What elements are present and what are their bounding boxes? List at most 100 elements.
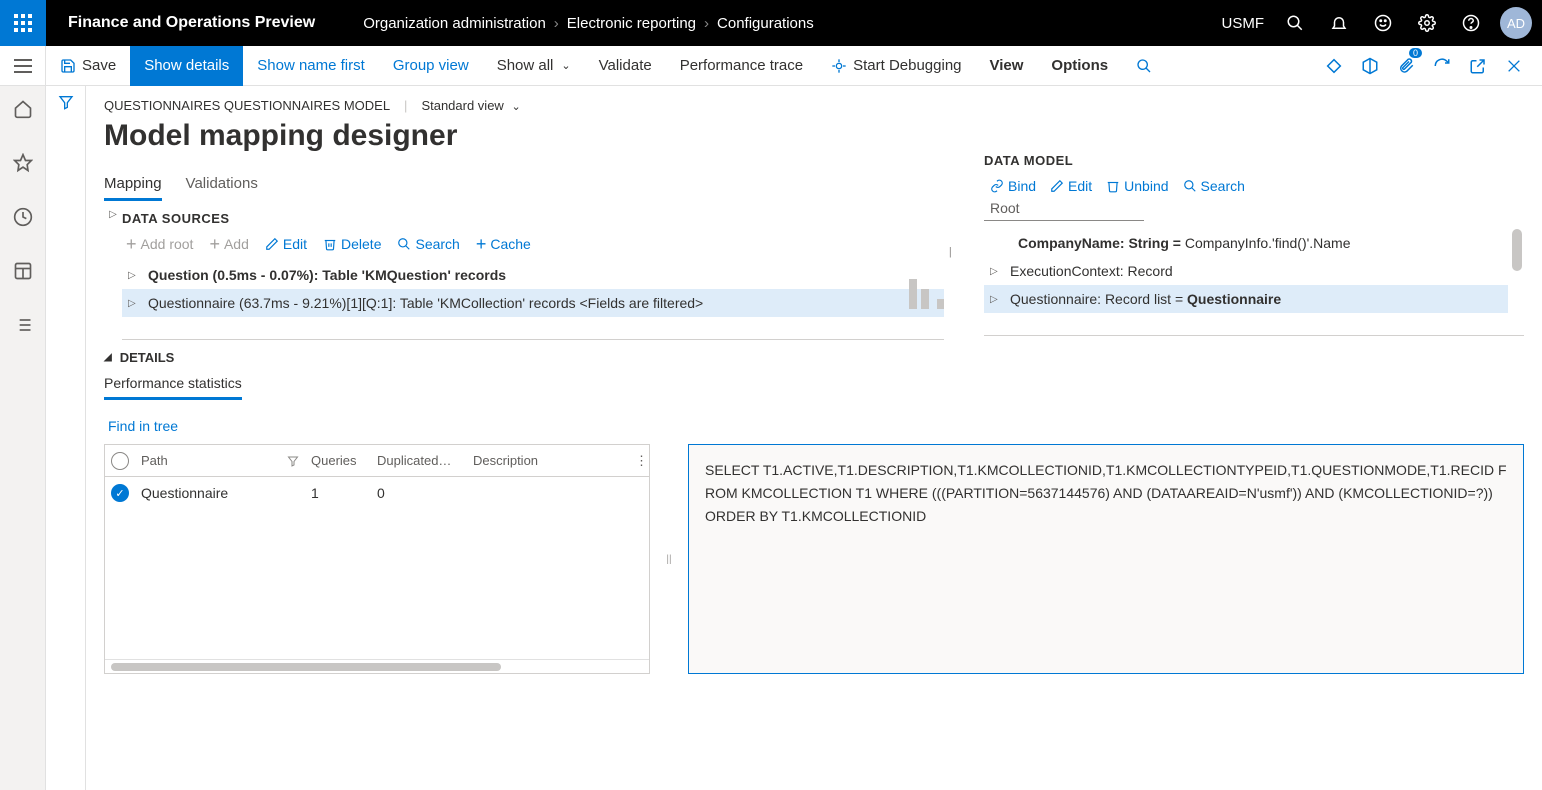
- help-icon[interactable]: [1452, 0, 1490, 46]
- edit-button[interactable]: Edit: [265, 236, 307, 252]
- performance-grid: Path Queries Duplicated… Description ⋮ ✓…: [104, 444, 650, 674]
- app-title: Finance and Operations Preview: [46, 14, 337, 32]
- add-button[interactable]: +Add: [209, 236, 248, 252]
- chevron-down-icon: ⌄: [511, 101, 520, 113]
- col-queries[interactable]: Queries: [305, 453, 371, 468]
- grid-row[interactable]: ✓ Questionnaire 1 0: [105, 477, 649, 509]
- avatar[interactable]: AD: [1500, 7, 1532, 39]
- tree-row[interactable]: ▷ Question (0.5ms - 0.07%): Table 'KMQue…: [122, 261, 944, 289]
- col-path[interactable]: Path: [135, 453, 305, 468]
- delete-button[interactable]: Delete: [323, 236, 381, 252]
- chevron-down-icon: ⌄: [561, 59, 570, 72]
- start-debugging-button[interactable]: Start Debugging: [817, 46, 975, 86]
- more-icon[interactable]: ⋮: [629, 453, 649, 469]
- filter-column: [46, 86, 86, 790]
- details-heading[interactable]: ◢ DETAILS: [104, 350, 1524, 365]
- tree-row[interactable]: ▷ Questionnaire (63.7ms - 9.21%)[1][Q:1]…: [122, 289, 944, 317]
- gear-icon[interactable]: [1408, 0, 1446, 46]
- show-details-button[interactable]: Show details: [130, 46, 243, 86]
- app-launcher-button[interactable]: [0, 0, 46, 46]
- details-subtabs: Performance statistics: [104, 375, 1524, 400]
- save-button[interactable]: Save: [46, 46, 130, 86]
- tree-label: Question (0.5ms - 0.07%): Table 'KMQuest…: [148, 267, 506, 283]
- collapse-toggle-icon[interactable]: ◢: [104, 352, 112, 363]
- chevron-right-icon: ›: [554, 15, 559, 32]
- clock-icon[interactable]: [0, 200, 46, 234]
- edit-button[interactable]: Edit: [1050, 178, 1092, 194]
- col-duplicated[interactable]: Duplicated…: [371, 453, 467, 468]
- company-picker[interactable]: USMF: [1216, 15, 1271, 32]
- breadcrumb-item[interactable]: Electronic reporting: [567, 15, 696, 32]
- expand-togg -icon[interactable]: ▷: [990, 266, 1002, 277]
- col-description[interactable]: Description: [467, 453, 629, 468]
- tab-performance-statistics[interactable]: Performance statistics: [104, 375, 242, 400]
- smiley-icon[interactable]: [1364, 0, 1402, 46]
- home-icon[interactable]: [0, 92, 46, 126]
- top-right-tools: USMF AD: [1216, 0, 1542, 46]
- nav-toggle-button[interactable]: [0, 46, 46, 86]
- validate-button[interactable]: Validate: [585, 46, 666, 86]
- context-bar: QUESTIONNAIRES QUESTIONNAIRES MODEL | St…: [104, 98, 1524, 113]
- tab-mapping[interactable]: Mapping: [104, 175, 162, 201]
- show-name-first-button[interactable]: Show name first: [243, 46, 379, 86]
- row-checkbox[interactable]: ✓: [105, 484, 135, 502]
- tree-label: Questionnaire: Record list = Questionnai…: [1010, 291, 1281, 307]
- search-button[interactable]: Search: [397, 236, 459, 252]
- bell-icon[interactable]: [1320, 0, 1358, 46]
- splitter-handle[interactable]: ||: [664, 444, 674, 674]
- expand-toggle-icon[interactable]: ▷: [990, 294, 1002, 305]
- show-all-dropdown[interactable]: Show all ⌄: [483, 46, 585, 86]
- scrollbar-thumb[interactable]: [111, 663, 501, 671]
- star-icon[interactable]: [0, 146, 46, 180]
- data-sources-tree: ▷ Question (0.5ms - 0.07%): Table 'KMQue…: [122, 260, 944, 317]
- breadcrumb-item[interactable]: Organization administration: [363, 15, 546, 32]
- tree-row[interactable]: ▷ ExecutionContext: Record: [984, 257, 1508, 285]
- attachments-icon[interactable]: 0: [1388, 46, 1424, 86]
- find-in-tree-link[interactable]: Find in tree: [108, 418, 178, 434]
- tree-row[interactable]: ▷ Questionnaire: Record list = Questionn…: [984, 285, 1508, 313]
- modules-icon[interactable]: [0, 308, 46, 342]
- expand-toggle-icon[interactable]: ▷: [128, 270, 140, 281]
- root-label[interactable]: Root: [984, 200, 1144, 221]
- diamond-icon[interactable]: [1316, 46, 1352, 86]
- view-menu[interactable]: View: [976, 46, 1038, 86]
- tree-label: CompanyName: String = CompanyInfo.'find(…: [1018, 235, 1351, 251]
- actionbar-search-button[interactable]: [1122, 46, 1166, 86]
- tree-row[interactable]: CompanyName: String = CompanyInfo.'find(…: [984, 229, 1508, 257]
- box-icon[interactable]: [1352, 46, 1388, 86]
- save-label: Save: [82, 57, 116, 74]
- tree-label: ExecutionContext: Record: [1010, 263, 1173, 279]
- expand-toggle-icon[interactable]: ▷: [104, 201, 122, 350]
- breadcrumb-item[interactable]: Configurations: [717, 15, 814, 32]
- tab-validations[interactable]: Validations: [186, 175, 258, 201]
- data-sources-heading: DATA SOURCES: [122, 201, 944, 232]
- spark-bars: [909, 273, 944, 309]
- performance-trace-button[interactable]: Performance trace: [666, 46, 817, 86]
- group-view-button[interactable]: Group view: [379, 46, 483, 86]
- splitter-handle[interactable]: ||: [944, 153, 954, 350]
- unbind-button[interactable]: Unbind: [1106, 178, 1168, 194]
- select-all-checkbox[interactable]: [105, 452, 135, 470]
- shell: QUESTIONNAIRES QUESTIONNAIRES MODEL | St…: [0, 86, 1542, 790]
- filter-icon[interactable]: [287, 455, 299, 467]
- cache-button[interactable]: +Cache: [476, 236, 531, 252]
- expand-toggle-icon[interactable]: ▷: [128, 298, 140, 309]
- search-button[interactable]: Search: [1183, 178, 1245, 194]
- grid-horizontal-scrollbar[interactable]: [105, 659, 649, 673]
- refresh-icon[interactable]: [1424, 46, 1460, 86]
- sql-preview[interactable]: SELECT T1.ACTIVE,T1.DESCRIPTION,T1.KMCOL…: [688, 444, 1524, 674]
- view-selector[interactable]: Standard view ⌄: [421, 98, 520, 113]
- left-nav-rail: [0, 86, 46, 790]
- search-icon[interactable]: [1276, 0, 1314, 46]
- filter-icon[interactable]: [58, 94, 74, 790]
- close-icon[interactable]: [1496, 46, 1532, 86]
- options-menu[interactable]: Options: [1037, 46, 1122, 86]
- workspaces-icon[interactable]: [0, 254, 46, 288]
- bind-button[interactable]: Bind: [990, 178, 1036, 194]
- scrollbar-thumb[interactable]: [1512, 229, 1522, 271]
- data-model-toolbar: Bind Edit Unbind Search: [984, 168, 1524, 200]
- data-model-tree: CompanyName: String = CompanyInfo.'find(…: [984, 229, 1508, 313]
- performance-panel: Path Queries Duplicated… Description ⋮ ✓…: [104, 444, 1524, 674]
- add-root-button[interactable]: +Add root: [126, 236, 193, 252]
- popout-icon[interactable]: [1460, 46, 1496, 86]
